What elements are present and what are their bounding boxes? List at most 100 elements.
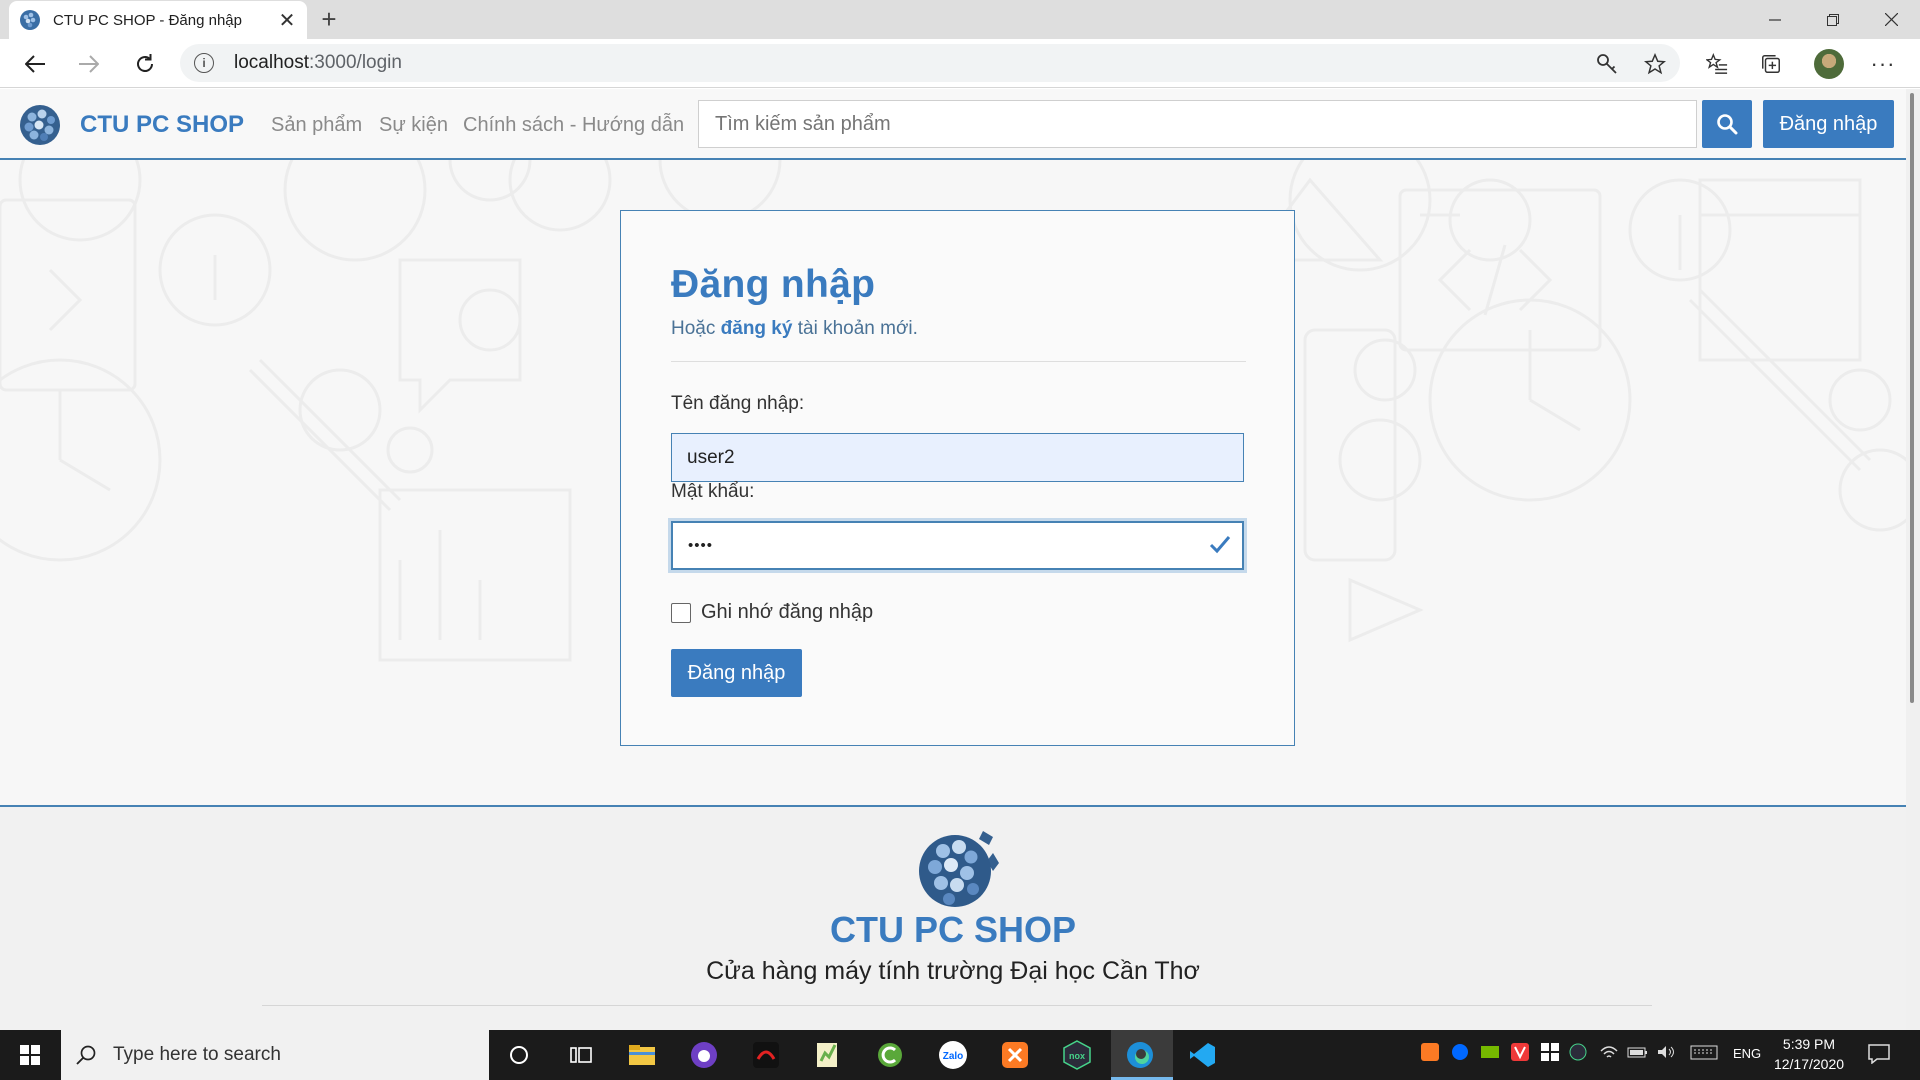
zalo-icon[interactable]: Zalo	[935, 1037, 971, 1073]
valid-check-icon	[1209, 536, 1231, 554]
footer-brand: CTU PC SHOP	[829, 909, 1077, 950]
more-options-icon[interactable]: ···	[1870, 51, 1896, 77]
url-path: :3000/login	[309, 52, 402, 73]
clock-date: 12/17/2020	[1773, 1056, 1845, 1072]
battery-icon[interactable]	[1627, 1043, 1649, 1064]
cc-cleaner-icon[interactable]	[872, 1037, 908, 1073]
username-input[interactable]: user2	[671, 433, 1244, 482]
xampp-tray-icon[interactable]	[1421, 1043, 1439, 1064]
profile-avatar[interactable]	[1814, 49, 1844, 79]
browser-toolbar: i localhost:3000/login ···	[0, 39, 1920, 88]
new-tab-button[interactable]: +	[316, 6, 342, 32]
register-hint: Hoặc đăng ký tài khoản mới.	[671, 318, 918, 340]
close-window-button[interactable]	[1862, 0, 1920, 39]
login-page-body: Đăng nhập Hoặc đăng ký tài khoản mới. Tê…	[0, 160, 1906, 805]
nox-tray-icon[interactable]	[1569, 1043, 1587, 1064]
address-bar[interactable]: i localhost:3000/login	[180, 44, 1680, 82]
site-favicon-icon	[20, 10, 40, 30]
brand-logo-icon[interactable]	[18, 103, 62, 147]
favorites-list-icon[interactable]	[1704, 51, 1730, 77]
github-desktop-icon[interactable]	[686, 1037, 722, 1073]
site-footer: CTU PC SHOP Cửa hàng máy tính trường Đại…	[0, 805, 1906, 1030]
restore-button[interactable]	[1804, 0, 1862, 39]
login-submit-button[interactable]: Đăng nhập	[671, 649, 802, 697]
back-button[interactable]	[16, 45, 54, 83]
register-hint-suffix: tài khoản mới.	[797, 318, 918, 339]
svg-text:Zalo: Zalo	[943, 1051, 964, 1062]
search-icon	[1717, 114, 1738, 135]
forward-arrow-icon	[79, 55, 99, 73]
key-icon[interactable]	[1594, 51, 1620, 77]
restore-icon	[1827, 13, 1839, 26]
username-value: user2	[687, 446, 735, 468]
nav-events[interactable]: Sự kiện	[379, 114, 448, 137]
form-divider	[671, 361, 1246, 362]
clock-time: 5:39 PM	[1782, 1036, 1836, 1052]
minimize-icon	[1769, 18, 1781, 21]
product-search-input[interactable]: Tìm kiếm sản phẩm	[698, 100, 1697, 148]
register-link[interactable]: đăng ký	[721, 318, 793, 339]
minimize-button[interactable]	[1746, 0, 1804, 39]
search-button[interactable]	[1702, 100, 1752, 148]
remember-me-label[interactable]: Ghi nhớ đăng nhập	[701, 601, 873, 624]
page-scrollbar[interactable]	[1906, 89, 1920, 1030]
header-login-button[interactable]: Đăng nhập	[1763, 100, 1894, 148]
nox-icon[interactable]: nox	[1059, 1037, 1095, 1073]
search-placeholder: Tìm kiếm sản phẩm	[715, 112, 891, 135]
nav-products[interactable]: Sản phẩm	[271, 114, 362, 137]
collections-icon[interactable]	[1758, 51, 1784, 77]
register-hint-prefix: Hoặc	[671, 318, 716, 339]
footer-divider	[262, 1005, 1652, 1006]
site-navbar: CTU PC SHOP Sản phẩm Sự kiện Chính sách …	[0, 89, 1906, 160]
tab-title: CTU PC SHOP - Đăng nhập	[53, 11, 242, 29]
start-button[interactable]	[0, 1030, 60, 1080]
favorite-star-icon[interactable]	[1642, 51, 1668, 77]
language-indicator[interactable]: ENG	[1733, 1046, 1761, 1061]
footer-logo-icon	[919, 831, 999, 907]
notifications-icon[interactable]	[1868, 1044, 1890, 1067]
edge-icon[interactable]	[1122, 1037, 1158, 1073]
taskbar-search-box[interactable]: Type here to search	[61, 1030, 489, 1080]
keyboard-icon[interactable]	[1690, 1043, 1718, 1064]
volume-icon[interactable]	[1656, 1043, 1676, 1064]
browser-tab-active[interactable]: CTU PC SHOP - Đăng nhập ✕	[9, 1, 307, 39]
taskbar-clock[interactable]: 5:39 PM 12/17/2020	[1769, 1034, 1849, 1074]
login-title: Đăng nhập	[671, 263, 876, 306]
refresh-icon	[137, 54, 153, 72]
xampp-icon[interactable]	[997, 1037, 1033, 1073]
remember-me-checkbox[interactable]	[671, 603, 691, 623]
vscode-icon[interactable]	[1184, 1037, 1220, 1073]
windows-taskbar: Type here to search Zalo nox ENG 5:39 PM…	[0, 1030, 1920, 1080]
username-label: Tên đăng nhập:	[671, 393, 805, 414]
wifi-icon[interactable]	[1599, 1043, 1619, 1064]
password-label: Mật khẩu:	[671, 481, 755, 502]
file-explorer-icon[interactable]	[624, 1037, 660, 1073]
taskbar-search-placeholder: Type here to search	[113, 1044, 281, 1065]
login-card: Đăng nhập Hoặc đăng ký tài khoản mới. Tê…	[620, 210, 1295, 746]
windows-logo-icon	[20, 1045, 40, 1065]
browser-tab-strip: CTU PC SHOP - Đăng nhập ✕ +	[0, 0, 1920, 39]
garena-icon[interactable]	[748, 1037, 784, 1073]
security-tray-icon[interactable]	[1541, 1043, 1559, 1064]
task-view-icon[interactable]	[563, 1037, 599, 1073]
svg-text:nox: nox	[1069, 1051, 1085, 1061]
password-input[interactable]: ••••	[671, 521, 1244, 570]
scrollbar-thumb[interactable]	[1910, 93, 1914, 703]
url-host: localhost	[234, 52, 309, 73]
nvidia-tray-icon[interactable]	[1481, 1043, 1499, 1064]
close-icon	[1884, 13, 1898, 26]
forward-button[interactable]	[70, 45, 108, 83]
search-icon	[76, 1045, 96, 1065]
password-value: ••••	[688, 537, 714, 554]
vivaldi-tray-icon[interactable]	[1511, 1043, 1529, 1064]
brand-name[interactable]: CTU PC SHOP	[80, 111, 244, 139]
zalo-tray-icon[interactable]	[1451, 1043, 1469, 1064]
back-arrow-icon	[25, 55, 45, 73]
footer-tagline: Cửa hàng máy tính trường Đại học Cần Thơ	[706, 957, 1200, 985]
notepad-plus-icon[interactable]	[810, 1037, 846, 1073]
cortana-icon[interactable]	[501, 1037, 537, 1073]
nav-policy-guide[interactable]: Chính sách - Hướng dẫn	[463, 114, 684, 137]
site-info-icon[interactable]: i	[194, 53, 214, 73]
refresh-button[interactable]	[126, 45, 164, 83]
tab-close-icon[interactable]: ✕	[277, 8, 297, 33]
